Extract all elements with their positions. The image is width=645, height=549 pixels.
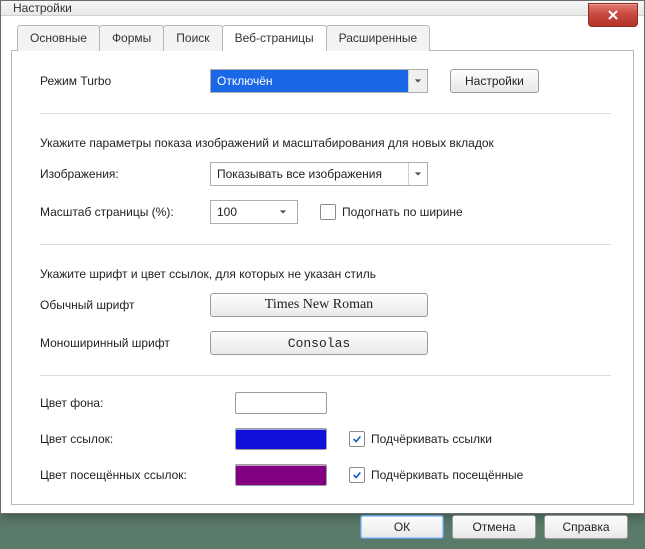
link-color-label: Цвет ссылок:: [40, 432, 235, 446]
checkbox-box: [349, 467, 365, 483]
fit-width-checkbox[interactable]: Подогнать по ширине: [320, 204, 463, 220]
images-value: Показывать все изображения: [211, 167, 408, 181]
zoom-value: 100: [217, 205, 237, 219]
separator: [40, 375, 611, 376]
chevron-down-icon: [408, 163, 427, 185]
link-color-button[interactable]: [235, 428, 327, 450]
turbo-mode-select[interactable]: Отключён: [210, 69, 428, 93]
cancel-button[interactable]: Отмена: [452, 515, 536, 539]
checkbox-box: [349, 431, 365, 447]
fit-width-label: Подогнать по ширине: [342, 205, 463, 219]
normal-font-button[interactable]: Times New Roman: [210, 293, 428, 317]
turbo-settings-button[interactable]: Настройки: [450, 69, 539, 93]
images-label: Изображения:: [40, 167, 210, 181]
normal-font-label: Обычный шрифт: [40, 298, 210, 312]
bg-color-button[interactable]: [235, 392, 327, 414]
tab-forms[interactable]: Формы: [99, 25, 164, 51]
tab-basic[interactable]: Основные: [17, 25, 100, 51]
underline-visited-checkbox[interactable]: Подчёркивать посещённые: [349, 467, 523, 483]
images-hint: Укажите параметры показа изображений и м…: [40, 136, 611, 150]
images-select[interactable]: Показывать все изображения: [210, 162, 428, 186]
dialog-footer: ОК Отмена Справка: [11, 505, 634, 539]
underline-visited-label: Подчёркивать посещённые: [371, 468, 523, 482]
turbo-mode-value: Отключён: [211, 74, 408, 88]
tab-webpages[interactable]: Веб-страницы: [222, 25, 327, 51]
separator: [40, 244, 611, 245]
visited-color-button[interactable]: [235, 464, 327, 486]
close-button[interactable]: [588, 3, 638, 27]
titlebar: Настройки: [1, 1, 644, 16]
tab-advanced[interactable]: Расширенные: [326, 25, 431, 51]
mono-font-button[interactable]: Consolas: [210, 331, 428, 355]
separator: [40, 113, 611, 114]
dialog-body: Основные Формы Поиск Веб-страницы Расшир…: [1, 16, 644, 549]
close-icon: [607, 9, 619, 21]
bg-color-label: Цвет фона:: [40, 396, 235, 410]
checkbox-box: [320, 204, 336, 220]
fonts-hint: Укажите шрифт и цвет ссылок, для которых…: [40, 267, 611, 281]
help-button[interactable]: Справка: [544, 515, 628, 539]
window-title: Настройки: [13, 1, 72, 15]
ok-button[interactable]: ОК: [360, 515, 444, 539]
tab-panel: Режим Turbo Отключён Настройки Укажите п…: [11, 51, 634, 505]
turbo-label: Режим Turbo: [40, 74, 210, 88]
mono-font-label: Моноширинный шрифт: [40, 336, 210, 350]
settings-window: Настройки Основные Формы Поиск Веб-стран…: [0, 0, 645, 514]
zoom-label: Масштаб страницы (%):: [40, 205, 210, 219]
zoom-select[interactable]: 100: [210, 200, 298, 224]
tab-search[interactable]: Поиск: [163, 25, 222, 51]
underline-links-label: Подчёркивать ссылки: [371, 432, 492, 446]
chevron-down-icon: [408, 70, 427, 92]
tabstrip: Основные Формы Поиск Веб-страницы Расшир…: [11, 24, 634, 51]
chevron-down-icon: [275, 208, 291, 216]
visited-color-label: Цвет посещённых ссылок:: [40, 468, 235, 482]
underline-links-checkbox[interactable]: Подчёркивать ссылки: [349, 431, 492, 447]
